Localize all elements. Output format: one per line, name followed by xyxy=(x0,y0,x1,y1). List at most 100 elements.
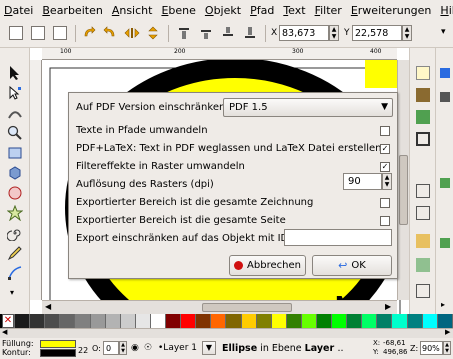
scroll-left-icon[interactable]: ◀ xyxy=(45,302,51,311)
menu-erweiterungen[interactable]: Erweiterungen xyxy=(351,4,432,17)
menu-ansicht[interactable]: Ansicht xyxy=(112,4,153,17)
palette-swatch[interactable] xyxy=(226,314,242,328)
menu-hilfe[interactable]: Hilfe xyxy=(440,4,453,17)
lower-icon[interactable] xyxy=(221,26,235,40)
select-all-layers-icon[interactable] xyxy=(53,26,67,40)
rotate-cw-icon[interactable] xyxy=(103,26,117,40)
spiral-tool-icon[interactable] xyxy=(7,225,23,241)
palette-swatch[interactable] xyxy=(45,314,61,328)
flip-horizontal-icon[interactable] xyxy=(124,26,140,40)
menu-text[interactable]: Text xyxy=(283,4,305,17)
node-tool-icon[interactable] xyxy=(7,85,23,101)
lower-to-bottom-icon[interactable] xyxy=(243,26,257,40)
export-drawing-checkbox[interactable] xyxy=(380,198,390,208)
opacity-field[interactable]: 0 xyxy=(103,341,119,355)
rasterize-filters-checkbox[interactable]: ✓ xyxy=(380,162,390,172)
layer-dropdown-icon[interactable]: ▼ xyxy=(202,341,216,355)
snap-center-icon[interactable] xyxy=(416,184,430,198)
star-tool-icon[interactable] xyxy=(7,205,23,221)
palette-swatch[interactable] xyxy=(105,314,121,328)
palette-swatch[interactable] xyxy=(60,314,76,328)
palette-scroll-left-icon[interactable]: ◀ xyxy=(2,328,7,336)
flip-vertical-icon[interactable] xyxy=(146,26,160,40)
zoom-field[interactable]: 90% xyxy=(420,341,443,355)
menu-datei[interactable]: Datei xyxy=(4,4,33,17)
snap-page-icon[interactable] xyxy=(416,206,430,220)
no-paint-icon[interactable]: ✕ xyxy=(2,314,14,328)
menu-filter[interactable]: Filter xyxy=(315,4,342,17)
zoom-spinner[interactable]: ▲ ▼ xyxy=(443,341,451,355)
palette-scroll-right-icon[interactable]: ▶ xyxy=(445,328,450,336)
palette-scrollbar[interactable]: ◀ ▶ xyxy=(0,328,453,338)
palette-swatch[interactable] xyxy=(316,314,333,328)
palette-swatch[interactable] xyxy=(362,314,378,328)
rectangle-tool-icon[interactable] xyxy=(7,145,23,161)
palette-swatch[interactable] xyxy=(166,314,182,328)
snap-grid-icon[interactable] xyxy=(416,284,430,298)
ok-button[interactable]: ↩ OK xyxy=(312,255,392,276)
palette-swatch[interactable] xyxy=(332,314,348,328)
palette-swatch[interactable] xyxy=(181,314,197,328)
palette-swatch[interactable] xyxy=(241,314,257,328)
palette-swatch[interactable] xyxy=(196,314,212,328)
snap-bbox-icon[interactable] xyxy=(416,88,430,102)
text-to-path-checkbox[interactable] xyxy=(380,126,390,136)
stroke-swatch[interactable] xyxy=(40,349,76,357)
palette-swatch[interactable] xyxy=(437,314,453,328)
fill-swatch[interactable] xyxy=(40,340,76,348)
ellipse-tool-icon[interactable] xyxy=(7,185,23,201)
palette-swatch[interactable] xyxy=(150,314,167,328)
pencil-tool-icon[interactable] xyxy=(7,245,23,261)
export-id-field[interactable] xyxy=(284,229,392,246)
snap-toggle-icon[interactable] xyxy=(416,66,430,80)
palette-swatch[interactable] xyxy=(90,314,106,328)
menu-objekt[interactable]: Objekt xyxy=(205,4,241,17)
resolution-spinner[interactable]: ▲ ▼ xyxy=(382,173,392,190)
vertical-scroll-thumb[interactable] xyxy=(399,155,408,225)
palette-swatch[interactable] xyxy=(30,314,46,328)
horizontal-ruler[interactable]: 100 200 300 400 xyxy=(42,48,397,60)
vertical-scrollbar[interactable] xyxy=(397,60,409,300)
vertical-ruler[interactable] xyxy=(30,60,42,300)
snap-path-icon[interactable] xyxy=(416,234,430,248)
y-spinner[interactable]: ▲ ▼ xyxy=(402,25,412,41)
menu-pfad[interactable]: Pfad xyxy=(250,4,274,17)
side-tool-icon[interactable] xyxy=(440,238,450,248)
palette-swatch[interactable] xyxy=(120,314,136,328)
palette-swatch[interactable] xyxy=(271,314,287,328)
toolbar-overflow-icon[interactable]: ▾ xyxy=(441,27,446,37)
snap-nodes-icon[interactable] xyxy=(416,110,430,124)
palette-swatch[interactable] xyxy=(286,314,302,328)
export-page-checkbox[interactable] xyxy=(380,216,390,226)
opacity-spinner[interactable]: ▲ ▼ xyxy=(119,341,127,355)
cancel-button[interactable]: Abbrechen xyxy=(229,255,306,276)
layer-selector[interactable]: •Layer 1 xyxy=(158,343,197,353)
rotate-ccw-icon[interactable] xyxy=(82,26,96,40)
side-tool-icon[interactable] xyxy=(440,68,450,78)
x-coordinate-field[interactable]: 83,673 xyxy=(279,25,329,41)
selector-tool-icon[interactable] xyxy=(7,65,23,81)
palette-swatch[interactable] xyxy=(422,314,438,328)
palette-swatch[interactable] xyxy=(377,314,393,328)
raise-icon[interactable] xyxy=(199,26,213,40)
snap-guide-icon[interactable] xyxy=(416,132,430,146)
hide-layer-icon[interactable]: ◉ xyxy=(131,343,139,353)
menu-bearbeiten[interactable]: Bearbeiten xyxy=(42,4,102,17)
lock-layer-icon[interactable]: ☉ xyxy=(144,343,152,353)
tweak-tool-icon[interactable] xyxy=(7,105,23,121)
palette-swatch[interactable] xyxy=(256,314,272,328)
side-tool-icon[interactable] xyxy=(440,178,450,188)
horizontal-scroll-thumb[interactable] xyxy=(202,303,292,312)
palette-swatch[interactable] xyxy=(347,314,363,328)
resolution-field[interactable]: 90 xyxy=(343,173,382,190)
zoom-tool-icon[interactable] xyxy=(7,125,23,141)
x-spinner[interactable]: ▲ ▼ xyxy=(329,25,339,41)
horizontal-scrollbar[interactable]: ◀ ▶ xyxy=(42,300,397,314)
3d-box-tool-icon[interactable] xyxy=(7,165,23,181)
snap-intersection-icon[interactable] xyxy=(416,258,430,272)
raise-to-top-icon[interactable] xyxy=(177,26,191,40)
y-coordinate-field[interactable]: 22,578 xyxy=(352,25,402,41)
side-tool-icon[interactable] xyxy=(440,92,450,102)
palette-swatch[interactable] xyxy=(392,314,408,328)
palette-swatch[interactable] xyxy=(301,314,317,328)
